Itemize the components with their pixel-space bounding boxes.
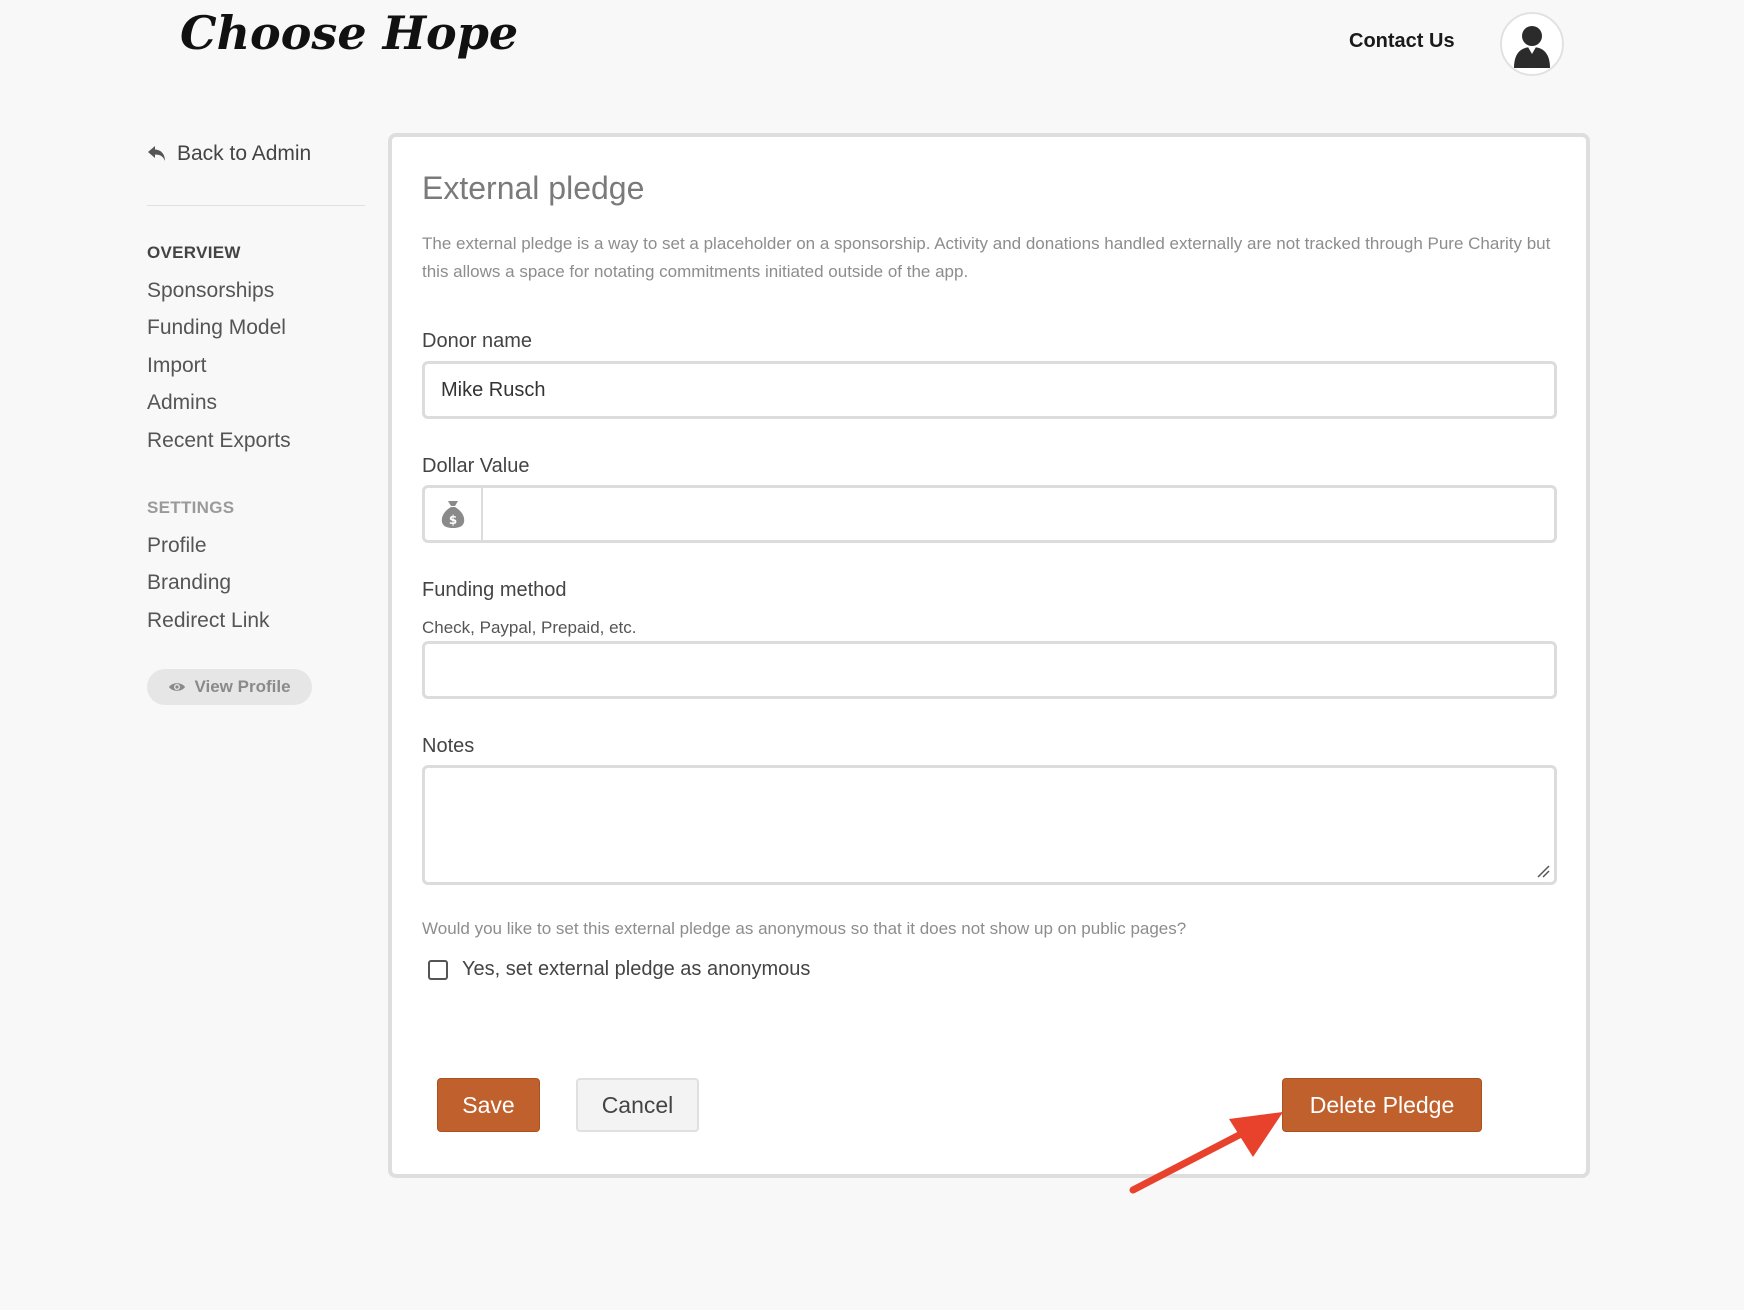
svg-text:$: $ [449, 513, 457, 527]
back-to-admin-label: Back to Admin [177, 142, 312, 165]
settings-section-title: SETTINGS [147, 498, 235, 517]
sidebar-item-recent-exports[interactable]: Recent Exports [147, 429, 291, 453]
cancel-button[interactable]: Cancel [576, 1078, 699, 1132]
delete-pledge-button[interactable]: Delete Pledge [1282, 1078, 1482, 1132]
anonymous-checkbox-row[interactable]: Yes, set external pledge as anonymous [428, 958, 810, 981]
sidebar-item-branding[interactable]: Branding [147, 571, 231, 595]
resize-handle-icon[interactable] [1536, 864, 1550, 878]
sidebar-item-funding-model[interactable]: Funding Model [147, 316, 286, 340]
donor-name-field[interactable]: Mike Rusch [422, 361, 1557, 419]
page: Choose Hope Contact Us Back to Admin OVE… [0, 0, 1744, 1310]
form-description: The external pledge is a way to set a pl… [422, 234, 1551, 281]
back-to-admin-link[interactable]: Back to Admin [147, 142, 311, 166]
donor-name-value: Mike Rusch [441, 378, 546, 401]
funding-method-label: Funding method [422, 579, 567, 601]
notes-label: Notes [422, 735, 475, 757]
overview-section-title: OVERVIEW [147, 243, 241, 262]
sidebar-item-sponsorships[interactable]: Sponsorships [147, 279, 274, 303]
sidebar-item-admins[interactable]: Admins [147, 391, 217, 415]
notes-textarea[interactable] [422, 765, 1557, 885]
dollar-value-field[interactable]: $ [422, 485, 1557, 543]
sidebar-item-redirect-link[interactable]: Redirect Link [147, 609, 270, 633]
funding-method-hint: Check, Paypal, Prepaid, etc. [422, 618, 637, 637]
donor-name-label: Donor name [422, 330, 533, 352]
dollar-addon: $ [425, 488, 483, 540]
user-silhouette-icon [1514, 26, 1550, 68]
avatar[interactable] [1500, 12, 1564, 76]
eye-icon [169, 683, 186, 691]
view-profile-label: View Profile [194, 677, 291, 696]
view-profile-button[interactable]: View Profile [147, 669, 312, 705]
sidebar-item-profile[interactable]: Profile [147, 534, 207, 558]
anonymous-question: Would you like to set this external pled… [422, 919, 1187, 938]
annotation-arrow-icon [1129, 1112, 1283, 1194]
sidebar-divider [147, 205, 365, 206]
page-title: External pledge [422, 170, 645, 206]
logo[interactable]: Choose Hope [180, 6, 518, 60]
money-bag-icon: $ [441, 501, 465, 528]
save-button[interactable]: Save [437, 1078, 540, 1132]
undo-arrow-icon [148, 146, 165, 161]
anonymous-checkbox-label[interactable]: Yes, set external pledge as anonymous [462, 958, 810, 981]
dollar-value-label: Dollar Value [422, 455, 530, 477]
sidebar-item-import[interactable]: Import [147, 354, 207, 378]
funding-method-field[interactable] [422, 641, 1557, 699]
contact-us-link[interactable]: Contact Us [1349, 30, 1455, 53]
anonymous-checkbox[interactable] [428, 959, 448, 980]
